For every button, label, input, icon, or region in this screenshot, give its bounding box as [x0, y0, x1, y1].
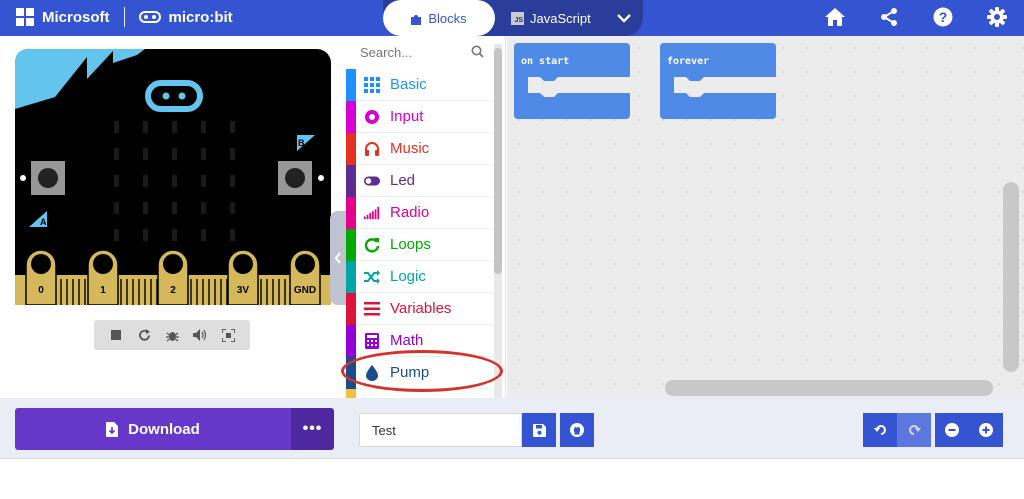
category-label: Music: [390, 140, 430, 157]
settings-icon[interactable]: [986, 6, 1008, 28]
chevron-down-icon[interactable]: [615, 10, 633, 26]
category-loops[interactable]: Loops: [346, 229, 494, 261]
zoom-in-icon: [979, 423, 993, 437]
tab-javascript-label: JavaScript: [530, 10, 591, 26]
category-logic[interactable]: Logic: [346, 261, 494, 293]
microsoft-logo-icon: [16, 8, 34, 26]
pin-3v-label: 3V: [237, 285, 250, 296]
collapse-simulator-button[interactable]: [330, 211, 346, 305]
pin-2-label: 2: [170, 285, 176, 296]
brand[interactable]: Microsoft micro:bit: [16, 7, 233, 27]
fullscreen-icon[interactable]: [220, 327, 236, 343]
search-input[interactable]: Search...: [360, 45, 412, 60]
calculator-icon: [364, 332, 380, 349]
microbit-board[interactable]: A B 0 1 2 3V GND: [15, 49, 331, 305]
tab-blocks[interactable]: Blocks: [383, 0, 495, 36]
help-icon[interactable]: ?: [932, 6, 954, 28]
zoom-out-button[interactable]: [935, 413, 969, 447]
pin-0-label: 0: [38, 285, 44, 296]
list-icon: [364, 301, 380, 317]
target-icon: [364, 109, 380, 125]
grid-icon: [364, 76, 380, 93]
sound-icon[interactable]: [192, 327, 208, 343]
brand-separator: [123, 7, 125, 27]
project-name-input[interactable]: Test: [359, 413, 522, 447]
github-icon: [570, 423, 584, 437]
puzzle-piece-icon: [411, 14, 422, 25]
pin-gnd-label: GND: [294, 285, 316, 296]
bottom-divider: [0, 458, 1024, 459]
makecode-editor: Microsoft micro:bit Blocks JS JavaScript: [0, 0, 1024, 499]
zoom-out-icon: [945, 423, 959, 437]
more-options-button[interactable]: •••: [291, 408, 334, 450]
tab-javascript[interactable]: JS JavaScript: [511, 0, 591, 36]
svg-text:B: B: [298, 138, 305, 148]
restart-icon[interactable]: [136, 327, 152, 343]
signal-bars-icon: [364, 205, 380, 221]
download-file-icon: [106, 421, 119, 437]
more-options-label: •••: [302, 420, 323, 437]
category-music[interactable]: Music: [346, 133, 494, 165]
simulator-panel: A B 0 1 2 3V GND: [0, 36, 346, 398]
category-label: Basic: [390, 76, 427, 93]
refresh-icon: [364, 237, 380, 253]
debug-icon[interactable]: [164, 327, 180, 343]
redo-icon: [908, 425, 921, 435]
share-icon[interactable]: [878, 6, 900, 28]
forever-block[interactable]: [660, 43, 776, 119]
category-list: Basic Input Music Led Radio Loops Logic …: [346, 69, 494, 398]
svg-text:A: A: [40, 217, 47, 227]
category-label: Loops: [390, 236, 431, 253]
github-button[interactable]: [560, 413, 594, 447]
save-icon: [532, 423, 546, 437]
undo-icon: [873, 425, 886, 435]
category-basic[interactable]: Basic: [346, 69, 494, 101]
toolbox: Search... Basic Input Music Led Radio Lo…: [346, 36, 506, 398]
workspace-vertical-scrollbar[interactable]: [1003, 182, 1019, 372]
brand-microsoft-label: Microsoft: [42, 8, 110, 26]
download-label: Download: [128, 420, 200, 438]
stop-icon[interactable]: [108, 327, 124, 343]
redo-button[interactable]: [897, 413, 931, 447]
chevron-left-icon: [334, 252, 341, 264]
category-led[interactable]: Led: [346, 165, 494, 197]
pin-1-label: 1: [100, 285, 106, 296]
project-name-value: Test: [372, 422, 396, 438]
download-button[interactable]: Download: [15, 408, 291, 450]
category-input[interactable]: Input: [346, 101, 494, 133]
blocks-workspace[interactable]: on start forever: [507, 36, 1024, 398]
category-radio[interactable]: Radio: [346, 197, 494, 229]
shuffle-icon: [364, 269, 380, 285]
toggle-icon: [364, 173, 380, 189]
toolbox-scrollbar[interactable]: [494, 44, 502, 398]
headphones-icon: [364, 141, 380, 157]
workspace-horizontal-scrollbar[interactable]: [665, 380, 993, 396]
toolbox-search[interactable]: Search...: [346, 36, 494, 68]
category-label: Led: [390, 172, 416, 189]
microbit-logo-icon: [138, 11, 161, 23]
save-button[interactable]: [522, 413, 556, 447]
category-label: Math: [390, 332, 424, 349]
category-label: Logic: [390, 268, 426, 285]
on-start-label: on start: [521, 56, 570, 67]
top-header: Microsoft micro:bit Blocks JS JavaScript: [0, 0, 1024, 36]
simulator-toolbar: [94, 320, 250, 350]
brand-microbit-label: micro:bit: [168, 8, 233, 26]
header-actions: ?: [824, 6, 1008, 28]
category-label: Input: [390, 108, 424, 125]
svg-text:?: ?: [939, 9, 948, 25]
category-variables[interactable]: Variables: [346, 293, 494, 325]
javascript-icon: JS: [511, 11, 524, 25]
tab-blocks-label: Blocks: [428, 10, 467, 26]
home-icon[interactable]: [824, 6, 846, 28]
zoom-in-button[interactable]: [969, 413, 1003, 447]
on-start-block[interactable]: [514, 43, 630, 119]
forever-label: forever: [667, 56, 710, 67]
category-label: Radio: [390, 204, 430, 221]
category-label: Variables: [390, 300, 452, 317]
pump-highlight-annotation: [341, 350, 503, 392]
undo-button[interactable]: [863, 413, 897, 447]
editor-tabs: Blocks JS JavaScript: [383, 0, 643, 36]
search-icon: [471, 45, 484, 58]
